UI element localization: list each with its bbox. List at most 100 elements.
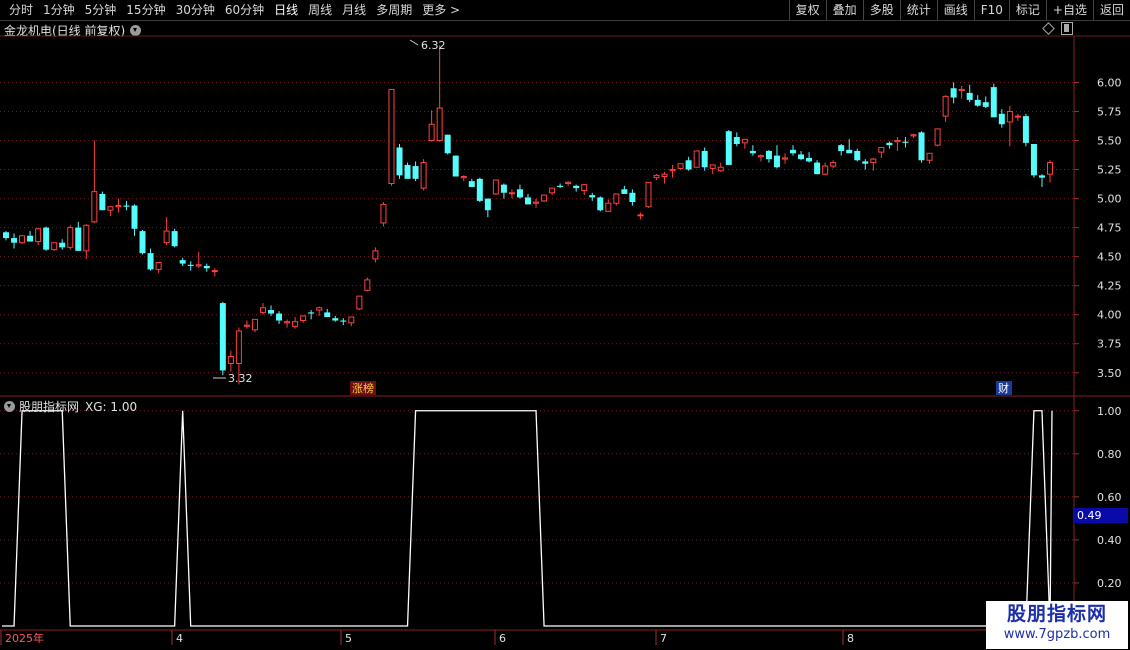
candle-body [43,227,50,250]
candle-body [468,181,475,187]
price-tick-label: 4.75 [1097,222,1122,235]
candle-body [139,231,146,254]
candle-86 [693,150,700,168]
candle-41 [332,315,339,322]
candle-16 [131,204,138,236]
candle-body [115,205,122,208]
candle-body [862,161,869,164]
candle-body [1030,144,1037,176]
marker-zhangbang: 涨榜 [350,381,376,395]
candle-body [605,202,612,212]
candle-114 [918,131,925,163]
candle-14 [115,198,122,213]
candle-37 [300,315,307,323]
candle-24 [195,252,202,269]
candle-body [557,185,564,187]
candle-36 [292,317,299,329]
candle-body [814,162,821,175]
candle-56 [452,155,459,177]
candle-body [950,88,957,98]
low-label: 3.32 [228,372,253,385]
candle-108 [870,157,877,171]
candle-body [709,164,716,169]
candle-80 [645,181,652,208]
candle-body [1047,162,1053,175]
date-tick-label: 5 [345,632,352,645]
candle-body [990,87,997,118]
candle-body [227,356,234,364]
candle-body [790,149,797,154]
candle-99 [798,150,805,161]
candle-116 [934,128,941,147]
candle-body [380,203,387,224]
candle-body [91,191,98,223]
candle-body [902,141,909,143]
candle-91 [733,132,740,147]
cai-text: 财 [998,381,1009,395]
candle-93 [749,145,756,156]
candle-body [717,166,724,172]
candle-body [677,163,684,169]
candle-body [300,315,307,322]
candle-body [581,184,588,191]
indicator-dropdown-icon[interactable] [4,401,15,412]
candle-body [621,189,628,194]
candle-body [412,166,419,179]
candle-65 [525,193,531,205]
candle-113 [910,133,917,139]
candle-body [251,318,258,331]
candle-body [276,313,283,321]
candle-87 [701,147,708,171]
candle-82 [661,171,668,184]
candle-122 [982,96,989,108]
candle-body [998,113,1005,125]
candle-53 [428,110,435,142]
candle-85 [685,156,692,171]
candle-64 [516,184,523,199]
high-annotation: 6.32 [409,39,446,52]
candle-3 [27,231,34,242]
low-annotation: 3.32 [213,372,253,385]
price-tick-label: 6.00 [1097,76,1122,89]
candle-101 [814,160,821,175]
candle-body [765,150,772,160]
candle-112 [902,137,909,148]
candle-1 [11,233,18,249]
candle-45 [364,277,371,292]
candle-body [284,321,291,324]
candle-body [565,181,572,184]
candle-35 [284,319,291,328]
xg-signal-line [2,410,1053,627]
candle-body [597,197,604,211]
candle-67 [541,194,548,203]
candle-body [476,178,483,201]
zhangbang-text: 涨榜 [352,381,374,395]
candle-111 [894,137,901,151]
candle-body [958,88,965,92]
candle-8 [67,225,74,250]
candle-90 [725,130,732,165]
candle-7 [59,239,66,250]
indicator-title[interactable]: 股朋指标网 XG: 1.00 [4,398,137,415]
candle-42 [340,318,347,326]
indicator-tick-label: 0.80 [1097,448,1122,461]
candle-47 [380,202,387,227]
kline-chart[interactable]: 6.00 5.75 5.50 5.25 5.00 4.75 4.50 4.25 4.00 3.75… [0,0,1130,650]
candle-119 [958,85,965,99]
candle-body [781,157,788,160]
candle-98 [790,145,797,156]
candle-77 [621,185,628,194]
site-watermark: 股朋指标网 www.7gpzb.com [986,601,1128,649]
high-label: 6.32 [421,39,446,52]
candle-body [773,155,780,168]
candle-body [1014,115,1021,118]
candle-body [725,131,732,165]
candle-body [444,134,451,154]
candle-body [982,102,989,107]
candle-75 [605,199,612,212]
candle-body [259,307,266,313]
candle-32 [259,303,266,315]
candle-body [533,201,540,204]
candle-44 [356,295,363,311]
candle-body [203,265,210,269]
